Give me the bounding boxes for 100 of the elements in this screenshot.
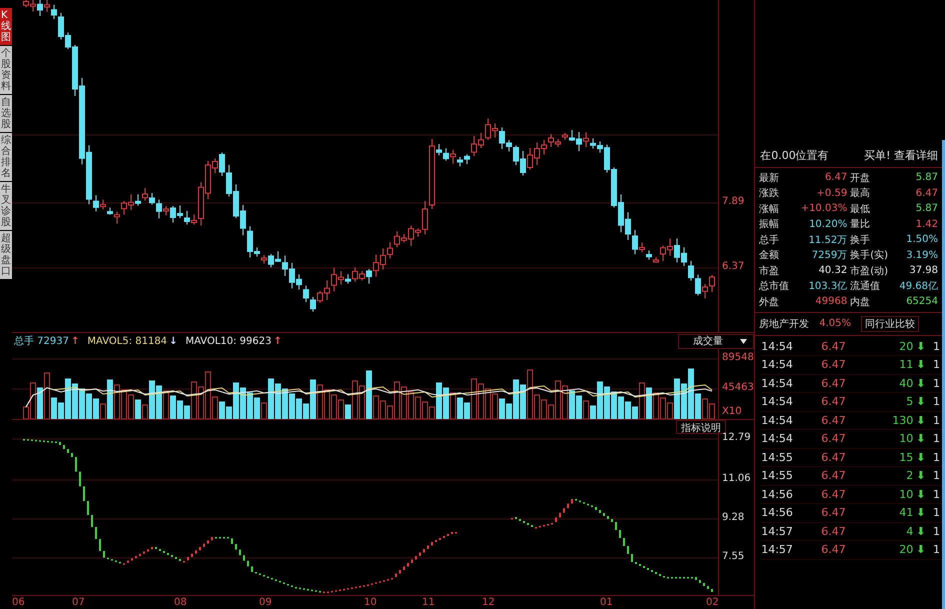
quote-value: 37.98 <box>908 265 938 276</box>
industry-compare-button[interactable]: 同行业比较 <box>860 316 919 332</box>
quote-value: 65254 <box>905 296 938 308</box>
indicator-axis-label: 9.28 <box>722 512 744 523</box>
tick-volume: 20 <box>898 543 914 556</box>
tick-price: 6.47 <box>821 358 847 372</box>
tick-volume: 130 <box>891 414 914 427</box>
volume-axis-label: X10 <box>722 406 742 417</box>
tick-count: 1 <box>933 395 941 408</box>
quote-value: +10.03% <box>800 203 848 214</box>
tick-price: 6.47 <box>821 469 847 482</box>
tick-count: 1 <box>933 450 941 464</box>
trend-arrow: ↑ <box>71 336 80 346</box>
month-label: 12 <box>482 597 495 608</box>
quote-label: 量比 <box>849 218 872 232</box>
tick-volume: 41 <box>898 506 914 520</box>
volume-stat: 总手 72937 <box>14 334 69 348</box>
quote-value: 40.32 <box>818 265 848 276</box>
tick-price: 6.47 <box>821 506 847 520</box>
price-axis-label: 6.37 <box>722 261 744 272</box>
tick-time: 14:54 <box>761 376 794 390</box>
tick-time: 14:57 <box>761 543 794 556</box>
tick-time: 14:56 <box>761 488 794 501</box>
quote-label: 最低 <box>849 202 872 216</box>
trend-arrow: ⬇ <box>916 488 926 501</box>
trend-arrow: ⬇ <box>916 524 926 538</box>
trend-arrow: ↑ <box>273 336 282 346</box>
quote-label: 开盘 <box>849 172 872 185</box>
trend-arrow: ⬇ <box>916 376 926 390</box>
tick-price: 6.47 <box>821 414 847 427</box>
trend-arrow: ↓ <box>169 336 178 346</box>
caret-icon <box>740 338 748 344</box>
trend-arrow: ⬇ <box>916 358 926 372</box>
tick-time: 14:55 <box>761 450 794 464</box>
volume-axis-label: 45463 <box>722 382 754 393</box>
quote-label: 外盘 <box>759 296 780 309</box>
order-detail-link[interactable]: 买单! 查看详细 <box>864 148 938 163</box>
tick-volume: 11 <box>898 358 914 372</box>
tick-volume: 2 <box>905 469 914 482</box>
tick-count: 1 <box>933 432 941 446</box>
side-tab[interactable]: 个股资料 <box>0 46 12 94</box>
quote-value: 6.47 <box>914 188 938 199</box>
side-tab[interactable]: K线图 <box>0 8 12 45</box>
tick-volume: 5 <box>905 395 914 408</box>
order-position-text: 在0.00位置有 <box>760 148 829 163</box>
indicator-axis-label: 12.79 <box>722 432 751 443</box>
indicator-axis-label: 7.55 <box>722 551 744 562</box>
tick-price: 6.47 <box>821 450 847 464</box>
tick-count: 1 <box>933 543 941 556</box>
tick-time: 14:54 <box>761 395 794 408</box>
tick-count: 1 <box>933 488 941 501</box>
tick-count: 1 <box>933 358 941 372</box>
tick-count: 1 <box>933 376 941 390</box>
industry-name: 房地产开发 <box>759 318 810 330</box>
trend-arrow: ⬇ <box>916 469 926 482</box>
tick-price: 6.47 <box>821 376 847 390</box>
side-tab[interactable]: 牛叉诊股 <box>0 182 12 230</box>
tick-volume: 10 <box>898 488 914 501</box>
trend-arrow: ⬇ <box>916 450 926 464</box>
tick-count: 1 <box>933 524 941 538</box>
tick-time: 14:55 <box>761 469 794 482</box>
tick-price: 6.47 <box>821 543 847 556</box>
trend-arrow: ⬇ <box>916 395 926 408</box>
quote-value: 103.3亿 <box>808 280 848 294</box>
price-axis-label: 7.89 <box>722 196 744 207</box>
quote-value: 49968 <box>814 296 848 308</box>
tick-time: 14:57 <box>761 524 794 538</box>
tick-price: 6.47 <box>821 488 847 501</box>
tick-price: 6.47 <box>821 340 847 353</box>
side-tab[interactable]: 超级盘口 <box>0 231 12 279</box>
quote-label: 振幅 <box>759 218 780 232</box>
tick-count: 1 <box>933 469 941 482</box>
month-label: 10 <box>364 597 377 608</box>
quote-value: 1.42 <box>914 218 938 230</box>
indicator-axis-label: 11.06 <box>722 473 751 484</box>
quote-value: 6.47 <box>824 172 848 184</box>
tick-time: 14:56 <box>761 506 794 520</box>
indicator-help-button[interactable]: 指标说明 <box>676 420 726 434</box>
tick-time: 14:54 <box>761 414 794 427</box>
quote-label: 金额 <box>759 248 780 262</box>
side-tab[interactable]: 综合排名 <box>0 133 12 181</box>
quote-value: +0.59 <box>816 188 848 199</box>
quote-label: 涨跌 <box>759 186 780 200</box>
trend-arrow: ⬇ <box>916 340 926 353</box>
indicator-dropdown[interactable]: 成交量 <box>678 334 754 348</box>
trend-arrow: ⬇ <box>916 543 926 556</box>
month-label: 07 <box>72 597 85 608</box>
quote-label: 内盘 <box>849 296 872 309</box>
quote-value: 7259万 <box>810 249 848 262</box>
side-tab[interactable]: 自选股 <box>0 95 12 132</box>
quote-label: 最新 <box>759 172 780 185</box>
quote-label: 流通值 <box>849 280 882 294</box>
tick-time: 14:54 <box>761 358 794 372</box>
quote-label: 总手 <box>759 234 780 247</box>
quote-value: 10.20% <box>808 218 848 230</box>
tick-volume: 20 <box>898 340 914 353</box>
volume-stat: MAVOL5: 81184 <box>87 336 168 346</box>
tick-time: 14:54 <box>761 432 794 446</box>
quote-label: 总市值 <box>759 280 790 294</box>
quote-value: 1.50% <box>905 234 938 246</box>
